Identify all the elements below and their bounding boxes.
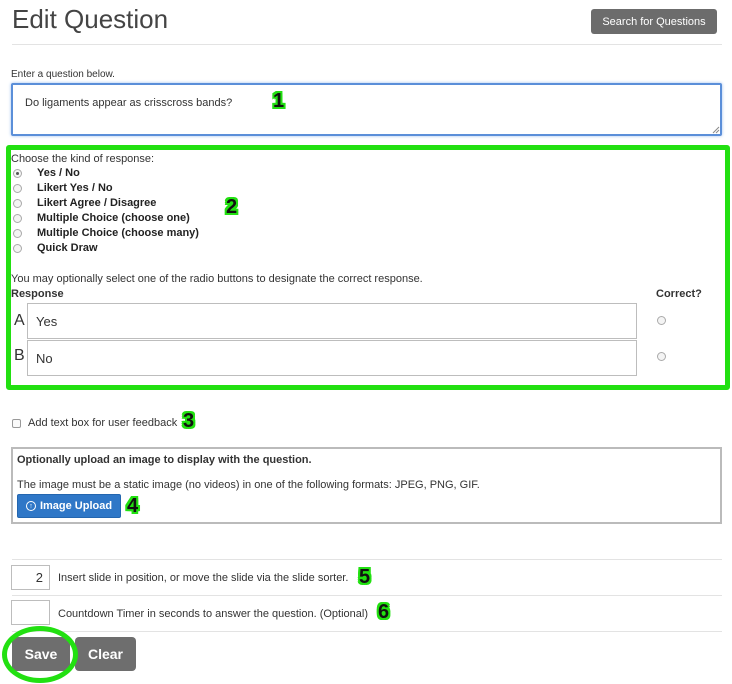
image-upload-label: Image Upload — [39, 500, 113, 512]
annotation-1: 1 — [273, 90, 285, 112]
radio-quick-draw[interactable] — [13, 244, 22, 253]
option-label: Multiple Choice (choose one) — [37, 212, 190, 224]
clear-button[interactable]: Clear — [75, 637, 136, 671]
response-letter: B — [14, 347, 25, 364]
countdown-timer-input[interactable] — [11, 600, 50, 625]
option-label: Likert Agree / Disagree — [37, 197, 157, 209]
response-letter: A — [14, 312, 25, 329]
image-panel-heading: Optionally upload an image to display wi… — [17, 454, 312, 466]
response-input-a[interactable]: Yes — [27, 303, 637, 339]
divider — [12, 595, 722, 596]
search-questions-button[interactable]: Search for Questions — [591, 9, 717, 34]
upload-icon: ↑ — [25, 501, 36, 511]
correct-header: Correct? — [656, 288, 702, 300]
divider — [12, 631, 722, 632]
divider — [12, 559, 722, 560]
page-title: Edit Question — [12, 4, 169, 34]
correct-radio-a[interactable] — [657, 316, 666, 325]
annotation-3: 3 — [183, 410, 195, 432]
radio-yes-no[interactable] — [13, 169, 22, 178]
slide-position-label: Insert slide in position, or move the sl… — [58, 572, 349, 584]
countdown-timer-label: Countdown Timer in seconds to answer the… — [58, 608, 368, 620]
radio-likert-yes-no[interactable] — [13, 184, 22, 193]
slide-position-input[interactable]: 2 — [11, 565, 50, 590]
option-label: Yes / No — [37, 167, 80, 179]
option-label: Multiple Choice (choose many) — [37, 227, 199, 239]
resize-grip-icon[interactable] — [712, 126, 720, 134]
save-highlight-ring — [2, 626, 78, 683]
response-input-b[interactable]: No — [27, 340, 637, 376]
annotation-6: 6 — [378, 601, 390, 623]
radio-multiple-choice-many[interactable] — [13, 229, 22, 238]
response-header: Response — [11, 288, 64, 300]
question-textarea[interactable]: Do ligaments appear as crisscross bands? — [11, 83, 722, 136]
radio-likert-agree[interactable] — [13, 199, 22, 208]
radio-multiple-choice-one[interactable] — [13, 214, 22, 223]
option-label: Likert Yes / No — [37, 182, 113, 194]
feedback-checkbox[interactable] — [12, 419, 21, 428]
response-kind-label: Choose the kind of response: — [11, 153, 155, 165]
annotation-5: 5 — [359, 566, 371, 588]
divider — [12, 44, 722, 45]
option-label: Quick Draw — [37, 242, 98, 254]
image-upload-button[interactable]: ↑ Image Upload — [17, 494, 121, 518]
feedback-checkbox-label: Add text box for user feedback — [28, 417, 178, 429]
image-panel-note: The image must be a static image (no vid… — [17, 479, 480, 491]
question-label: Enter a question below. — [11, 69, 115, 80]
annotation-4: 4 — [127, 495, 139, 517]
correct-radio-b[interactable] — [657, 352, 666, 361]
correct-response-hint: You may optionally select one of the rad… — [11, 273, 423, 285]
annotation-2: 2 — [226, 196, 238, 218]
